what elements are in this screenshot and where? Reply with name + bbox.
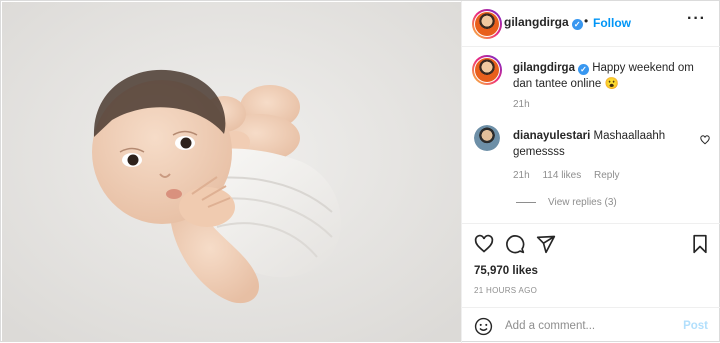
commenter-avatar[interactable]	[474, 125, 500, 151]
reply-button[interactable]: Reply	[594, 170, 620, 181]
comment-input[interactable]	[505, 316, 675, 336]
post-side-panel: gilangdirga ✓ • Follow ··· gilangdirga ✓ H…	[461, 1, 720, 343]
comment-like-heart-icon[interactable]	[700, 135, 710, 145]
post-photo[interactable]	[2, 2, 461, 342]
comment-time[interactable]: 21h	[513, 170, 530, 181]
author-avatar[interactable]	[472, 9, 502, 39]
likes-count[interactable]: 75,970 likes	[474, 265, 538, 277]
verified-icon: ✓	[571, 19, 583, 30]
replies-divider	[516, 202, 536, 203]
emoji-icon[interactable]	[474, 317, 493, 336]
comment-icon[interactable]	[505, 234, 525, 254]
separator-dot: •	[584, 14, 589, 28]
comment-likes[interactable]: 114 likes	[542, 170, 581, 181]
post-modal: gilangdirga ✓ • Follow ··· gilangdirga ✓ H…	[0, 0, 720, 343]
comment: dianayulestari Mashaallaahh gemessss	[513, 128, 693, 160]
action-bar	[462, 223, 720, 263]
comment-meta: 21h 114 likes Reply	[513, 170, 630, 181]
caption: gilangdirga ✓ Happy weekend om dan tantee…	[513, 60, 703, 92]
post-timestamp[interactable]: 21 HOURS AGO	[474, 286, 537, 295]
add-comment-bar: Post	[462, 307, 720, 343]
post-comment-button[interactable]: Post	[683, 320, 708, 332]
caption-avatar[interactable]	[472, 55, 502, 85]
author-username-text[interactable]: gilangdirga	[504, 15, 569, 29]
newborn-baby-photo	[2, 2, 461, 342]
author-username[interactable]: gilangdirga ✓	[504, 15, 583, 30]
heart-icon[interactable]	[474, 234, 494, 254]
follow-button[interactable]: Follow	[593, 16, 631, 30]
view-replies-button[interactable]: View replies (3)	[548, 197, 617, 208]
comment-username[interactable]: dianayulestari	[513, 130, 590, 142]
post-header: gilangdirga ✓ • Follow ···	[462, 1, 720, 47]
verified-icon: ✓	[577, 64, 589, 75]
more-options-icon[interactable]: ···	[687, 10, 706, 28]
bookmark-icon[interactable]	[690, 234, 710, 254]
share-icon[interactable]	[536, 234, 556, 254]
caption-time[interactable]: 21h	[513, 99, 530, 110]
caption-username[interactable]: gilangdirga	[513, 62, 575, 74]
